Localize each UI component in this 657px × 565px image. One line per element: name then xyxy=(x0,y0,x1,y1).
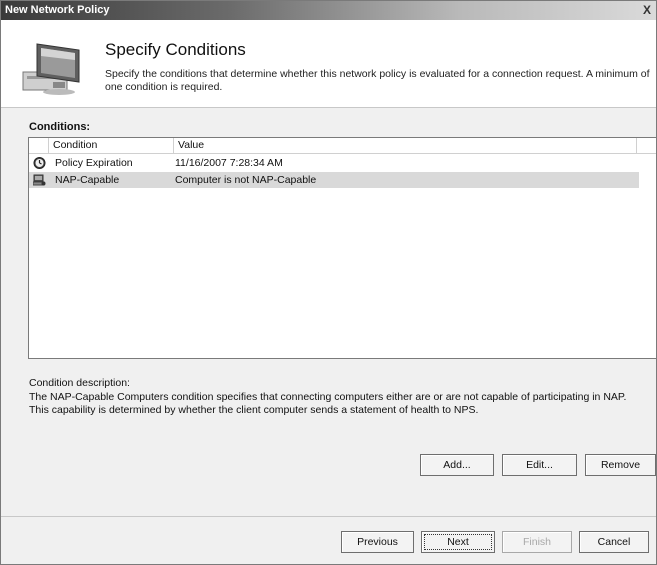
title-bar: New Network Policy X xyxy=(1,1,656,20)
footer-divider xyxy=(1,516,656,517)
page-description: Specify the conditions that determine wh… xyxy=(105,68,650,93)
nap-computer-icon xyxy=(33,174,46,186)
remove-button[interactable]: Remove xyxy=(585,454,656,476)
previous-button[interactable]: Previous xyxy=(341,531,414,553)
conditions-list[interactable]: Condition Value Policy Expiration 11/16/… xyxy=(28,137,656,359)
page-title: Specify Conditions xyxy=(105,40,246,59)
cancel-button[interactable]: Cancel xyxy=(579,531,649,553)
row-condition: Policy Expiration xyxy=(55,157,133,169)
row-condition: NAP-Capable xyxy=(55,174,120,186)
column-filler xyxy=(637,138,656,154)
column-icon-header[interactable] xyxy=(29,138,49,154)
next-button[interactable]: Next xyxy=(421,531,495,553)
row-value: Computer is not NAP-Capable xyxy=(175,174,317,186)
new-network-policy-dialog: New Network Policy X Specify Conditions … xyxy=(0,0,657,565)
add-button[interactable]: Add... xyxy=(420,454,494,476)
window-title: New Network Policy xyxy=(5,4,110,16)
table-row[interactable]: Policy Expiration 11/16/2007 7:28:34 AM xyxy=(29,155,639,171)
condition-description-text: The NAP-Capable Computers condition spec… xyxy=(29,391,627,416)
computer-icon xyxy=(22,43,80,95)
condition-description-label: Condition description: xyxy=(29,377,130,389)
edit-button[interactable]: Edit... xyxy=(502,454,577,476)
wizard-header: Specify Conditions Specify the condition… xyxy=(1,20,656,108)
clock-icon xyxy=(33,157,46,169)
table-row[interactable]: NAP-Capable Computer is not NAP-Capable xyxy=(29,172,639,188)
list-header: Condition Value xyxy=(29,138,656,154)
conditions-label: Conditions: xyxy=(29,121,91,133)
finish-button[interactable]: Finish xyxy=(502,531,572,553)
row-value: 11/16/2007 7:28:34 AM xyxy=(175,157,283,169)
close-icon[interactable]: X xyxy=(640,3,654,17)
column-header-condition[interactable]: Condition xyxy=(49,138,174,154)
column-header-value[interactable]: Value xyxy=(174,138,637,154)
